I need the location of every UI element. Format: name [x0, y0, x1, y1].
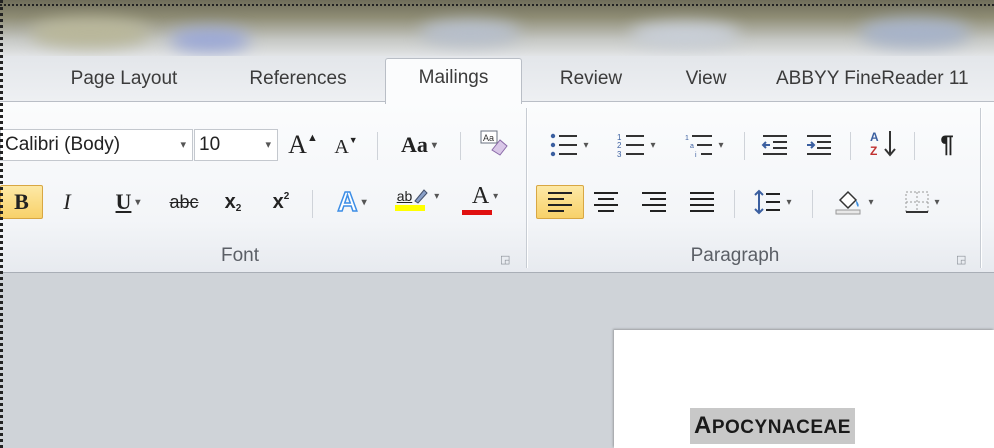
svg-text:2: 2	[617, 141, 622, 150]
ribbon: Calibri (Body) ▾ 10 ▾ A ▲ A ▼ Aa ▾ Aa B I U…	[0, 101, 994, 273]
strikethrough-button[interactable]: abc	[164, 185, 204, 219]
superscript-button[interactable]: x2	[262, 185, 300, 219]
svg-text:1: 1	[685, 135, 689, 142]
align-center-button[interactable]	[588, 185, 624, 219]
svg-text:i: i	[695, 152, 697, 158]
tab-review[interactable]: Review	[543, 66, 639, 102]
svg-text:Z: Z	[870, 144, 877, 158]
borders-icon	[905, 191, 929, 213]
ribbon-tabs: Page Layout References Mailings Review V…	[0, 56, 994, 104]
sort-button[interactable]: A Z	[862, 126, 904, 160]
subscript-button[interactable]: x2	[214, 185, 252, 219]
title-bar	[0, 0, 994, 56]
font-dialog-launcher-icon[interactable]: ◲	[500, 254, 512, 266]
paragraph-group-label: Paragraph	[690, 245, 780, 266]
tab-references[interactable]: References	[232, 66, 364, 102]
font-group-label: Font	[220, 245, 260, 266]
align-right-button[interactable]	[636, 185, 672, 219]
font-name-combo[interactable]: Calibri (Body) ▾	[0, 129, 193, 161]
highlighter-icon	[414, 189, 428, 204]
underline-button[interactable]: U ▾	[98, 185, 158, 219]
line-spacing-icon	[754, 189, 781, 215]
multilevel-list-button[interactable]: 1 a i ▾	[674, 128, 734, 162]
tab-page-layout[interactable]: Page Layout	[52, 66, 196, 102]
chevron-down-icon[interactable]: ▾	[180, 130, 186, 160]
align-left-icon	[548, 192, 572, 212]
grow-font-button[interactable]: A ▲	[285, 128, 321, 162]
paragraph-dialog-launcher-icon[interactable]: ◲	[956, 254, 968, 266]
borders-button[interactable]: ▾	[892, 185, 952, 219]
tab-mailings[interactable]: Mailings	[385, 58, 522, 104]
bold-button[interactable]: B	[0, 185, 43, 219]
increase-indent-icon	[807, 135, 831, 155]
align-center-icon	[594, 192, 618, 212]
align-right-icon	[642, 192, 666, 212]
clear-formatting-button[interactable]: Aa	[474, 126, 514, 160]
numbering-button[interactable]: 1 2 3 ▾	[606, 128, 666, 162]
increase-indent-button[interactable]	[800, 128, 838, 162]
bullets-icon	[551, 133, 578, 157]
font-color-button[interactable]: A ▾	[456, 182, 514, 216]
chevron-down-icon[interactable]: ▾	[265, 130, 271, 160]
document-heading[interactable]: APOCYNACEAE	[690, 408, 855, 444]
eraser-icon: Aa	[480, 130, 508, 156]
svg-text:A: A	[870, 130, 879, 144]
bullets-button[interactable]: ▾	[540, 128, 598, 162]
multilevel-list-icon: 1 a i	[685, 135, 713, 158]
selection-marquee-edge	[0, 0, 3, 448]
decrease-indent-icon	[761, 135, 787, 155]
svg-text:a: a	[690, 143, 694, 150]
show-hide-marks-button[interactable]: ¶	[926, 128, 968, 162]
tab-view[interactable]: View	[670, 66, 742, 102]
justify-icon	[690, 192, 714, 212]
sort-az-icon: A Z	[870, 130, 896, 158]
text-effects-button[interactable]: A ▾	[326, 185, 378, 219]
change-case-button[interactable]: Aa ▾	[390, 128, 448, 162]
shading-button[interactable]: ▾	[824, 185, 884, 219]
align-left-button[interactable]	[536, 185, 584, 219]
text-highlight-button[interactable]: ab ▾	[386, 182, 450, 216]
justify-button[interactable]	[684, 185, 720, 219]
shrink-font-button[interactable]: A ▼	[329, 130, 363, 164]
paint-bucket-icon	[835, 190, 861, 215]
svg-text:Aa: Aa	[483, 133, 494, 143]
svg-text:3: 3	[617, 150, 622, 158]
italic-button[interactable]: I	[52, 185, 82, 219]
numbering-icon: 1 2 3	[617, 133, 645, 158]
tab-abbyy-finereader[interactable]: ABBYY FineReader 11	[776, 66, 994, 102]
font-size-combo[interactable]: 10 ▾	[194, 129, 278, 161]
decrease-indent-button[interactable]	[756, 128, 794, 162]
line-spacing-button[interactable]: ▾	[746, 185, 800, 219]
